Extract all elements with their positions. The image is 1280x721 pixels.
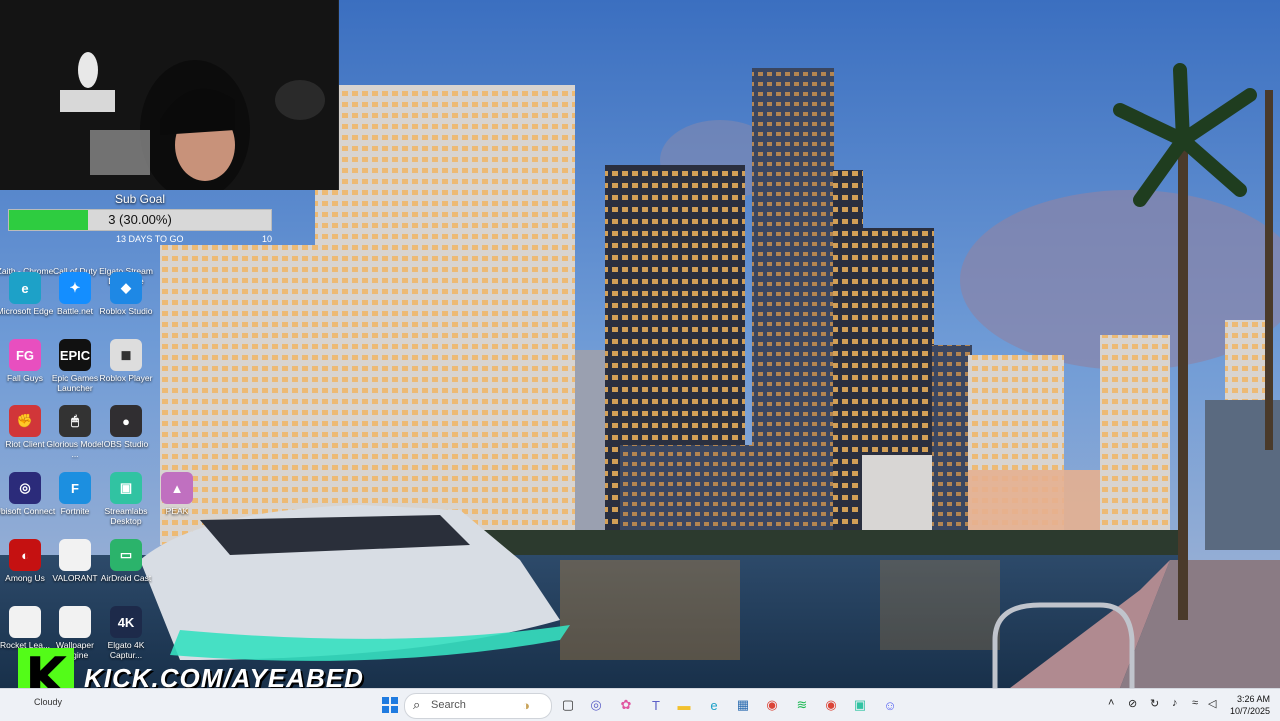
weather-widget[interactable]: Cloudy: [34, 697, 62, 707]
taskbar-store-icon[interactable]: ▦: [731, 693, 755, 717]
taskbar-widgets-icon[interactable]: ◑: [514, 693, 538, 717]
taskbar-teams-icon[interactable]: T: [644, 693, 668, 717]
desktop-icon[interactable]: ● OBS Studio: [95, 405, 157, 449]
desktop-icon[interactable]: ◆ Roblox Studio: [95, 272, 157, 316]
network-off-icon[interactable]: ⊘: [1128, 697, 1137, 710]
app-icon: ●: [110, 405, 142, 437]
app-icon: [59, 606, 91, 638]
app-icon: EPIC: [59, 339, 91, 371]
desktop-icon[interactable]: ▭ AirDroid Cast: [95, 539, 157, 583]
volume-icon[interactable]: ◁: [1208, 697, 1216, 710]
app-icon: ◐: [9, 539, 41, 571]
microphone-icon[interactable]: ♪: [1172, 697, 1178, 709]
app-icon: F: [59, 472, 91, 504]
app-icon: ◎: [9, 472, 41, 504]
webcam-overlay: [0, 0, 339, 190]
sub-goal-target: 10: [262, 234, 273, 244]
search-icon: ⌕: [413, 697, 421, 712]
app-icon: ▭: [110, 539, 142, 571]
desktop-icon-label: PEAK: [165, 506, 189, 516]
app-icon: ✦: [59, 272, 91, 304]
app-icon: ◆: [110, 272, 142, 304]
app-icon: ▣: [110, 472, 142, 504]
clock-date: 10/7/2025: [1229, 706, 1270, 716]
taskbar-copilot-icon[interactable]: ◎: [584, 693, 608, 717]
desktop-icon-label: Roblox Studio: [99, 306, 153, 316]
app-icon: ▲: [161, 472, 193, 504]
sub-goal-widget: Sub Goal 3 (30.00%) 13 DAYS TO GO 10: [8, 192, 272, 244]
taskbar-task-view-icon[interactable]: ▢: [556, 693, 580, 717]
taskbar-discord-icon[interactable]: ☺: [878, 693, 902, 717]
app-icon: 🖱: [59, 405, 91, 437]
app-icon: 4K: [110, 606, 142, 638]
clock-time: 3:26 AM: [1236, 694, 1270, 704]
sub-goal-title: Sub Goal: [114, 192, 166, 206]
taskbar-chrome-active-icon[interactable]: ◉: [819, 693, 843, 717]
desktop-icon[interactable]: ◼ Roblox Player: [95, 339, 157, 383]
taskbar-streamlabs-icon[interactable]: ▣: [848, 693, 872, 717]
app-icon: [9, 606, 41, 638]
windows-start-icon[interactable]: [378, 693, 402, 717]
chevron-up-icon[interactable]: ˄: [1108, 697, 1114, 709]
sub-goal-progress-text: 3 (30.00%): [108, 212, 172, 227]
taskbar-spotify-icon[interactable]: ≋: [790, 693, 814, 717]
taskbar-file-explorer-icon[interactable]: ▬: [672, 693, 696, 717]
desktop-icon-label: Roblox Player: [99, 373, 153, 383]
app-icon: FG: [9, 339, 41, 371]
taskbar-colorful-app-icon[interactable]: ✿: [614, 693, 638, 717]
app-icon: e: [9, 272, 41, 304]
app-icon: [59, 539, 91, 571]
wifi-icon[interactable]: ≈: [1192, 697, 1198, 709]
taskbar-clock[interactable]: 3:26 AM 10/7/2025: [1222, 693, 1270, 717]
taskbar-chrome-icon[interactable]: ◉: [760, 693, 784, 717]
search-placeholder: Search: [431, 699, 466, 711]
desktop-icon-label: AirDroid Cast: [100, 573, 152, 583]
taskbar: Cloudy ⌕ Search ◑ ▢ ◎ ✿ T ▬ e ▦ ◉ ≋ ◉ ▣ ☺ ˄ ⊘ ↻ ♪ ≈ …: [0, 688, 1280, 721]
app-icon: ✊: [9, 405, 41, 437]
refresh-icon[interactable]: ↻: [1150, 697, 1159, 710]
desktop-icon[interactable]: ▲ PEAK: [146, 472, 208, 516]
taskbar-edge-icon[interactable]: e: [702, 693, 726, 717]
desktop-icon-label: OBS Studio: [103, 439, 149, 449]
sub-goal-progress-bar: 3 (30.00%): [8, 209, 272, 231]
app-icon: ◼: [110, 339, 142, 371]
